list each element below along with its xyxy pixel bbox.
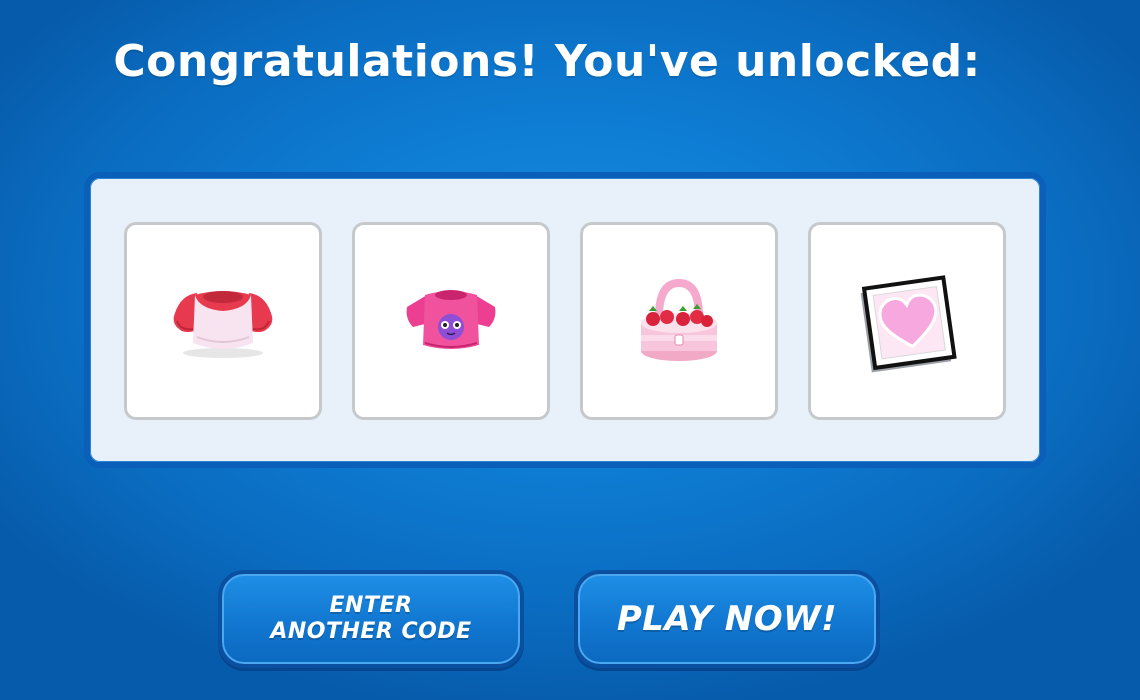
unlocked-item-card[interactable]	[352, 222, 550, 420]
play-now-label: PLAY NOW!	[616, 599, 838, 639]
unlocked-item-card[interactable]	[808, 222, 1006, 420]
play-now-button[interactable]: PLAY NOW!	[574, 570, 880, 668]
pink-raglan-shirt-icon	[173, 291, 273, 358]
unlocked-items-panel	[84, 172, 1046, 468]
heart-picture-icon	[860, 275, 957, 373]
pink-puffle-tshirt-icon	[406, 290, 496, 349]
unlocked-item-card[interactable]	[580, 222, 778, 420]
unlocked-item-card[interactable]	[124, 222, 322, 420]
strawberry-cake-purse-icon	[641, 278, 717, 361]
unlock-title: Congratulations! You've unlocked:	[113, 36, 981, 87]
enter-another-code-label: ENTER ANOTHER CODE	[270, 593, 472, 644]
enter-another-code-button[interactable]: ENTER ANOTHER CODE	[218, 570, 524, 668]
